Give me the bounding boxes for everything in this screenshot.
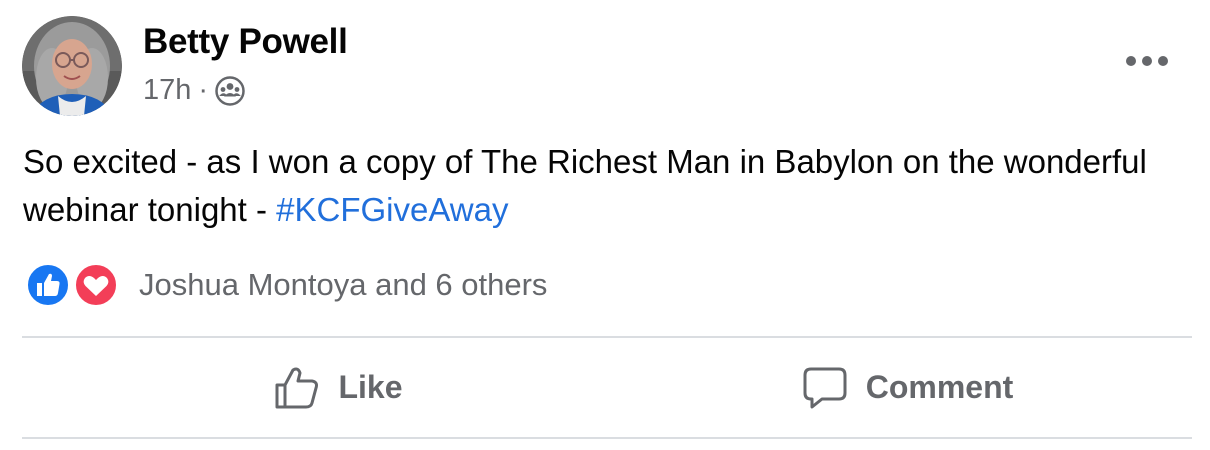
- reaction-icons: [25, 262, 121, 308]
- comment-button[interactable]: Comment: [623, 339, 1192, 436]
- like-reaction-icon: [25, 262, 71, 308]
- comment-button-label: Comment: [865, 369, 1014, 405]
- meta-separator: ·: [198, 73, 209, 106]
- hashtag-link[interactable]: #KCFGiveAway: [276, 191, 508, 228]
- post-body: So excited - as I won a copy of The Rich…: [23, 143, 1147, 228]
- friends-icon[interactable]: [214, 75, 246, 107]
- comment-icon: [802, 365, 848, 411]
- post-card: Betty Powell 17h · So excited - as I won…: [0, 0, 1210, 450]
- actions-bottom-divider: [22, 437, 1192, 439]
- author-name[interactable]: Betty Powell: [143, 20, 348, 64]
- reactions-summary[interactable]: Joshua Montoya and 6 others: [25, 262, 547, 308]
- post-timestamp[interactable]: 17h: [143, 74, 191, 107]
- like-button[interactable]: Like: [22, 339, 623, 436]
- post-actions-bar: Like Comment: [22, 339, 1192, 436]
- like-button-label: Like: [338, 369, 403, 405]
- actions-top-divider: [22, 336, 1192, 338]
- author-avatar[interactable]: [22, 16, 122, 116]
- reactions-summary-text[interactable]: Joshua Montoya and 6 others: [139, 267, 547, 303]
- thumbs-up-icon: [274, 365, 320, 411]
- more-options-button[interactable]: [1118, 44, 1176, 78]
- love-reaction-icon: [73, 262, 119, 308]
- post-text: So excited - as I won a copy of The Rich…: [23, 138, 1173, 234]
- more-horizontal-icon: [1126, 56, 1168, 66]
- post-meta: 17h ·: [143, 70, 246, 110]
